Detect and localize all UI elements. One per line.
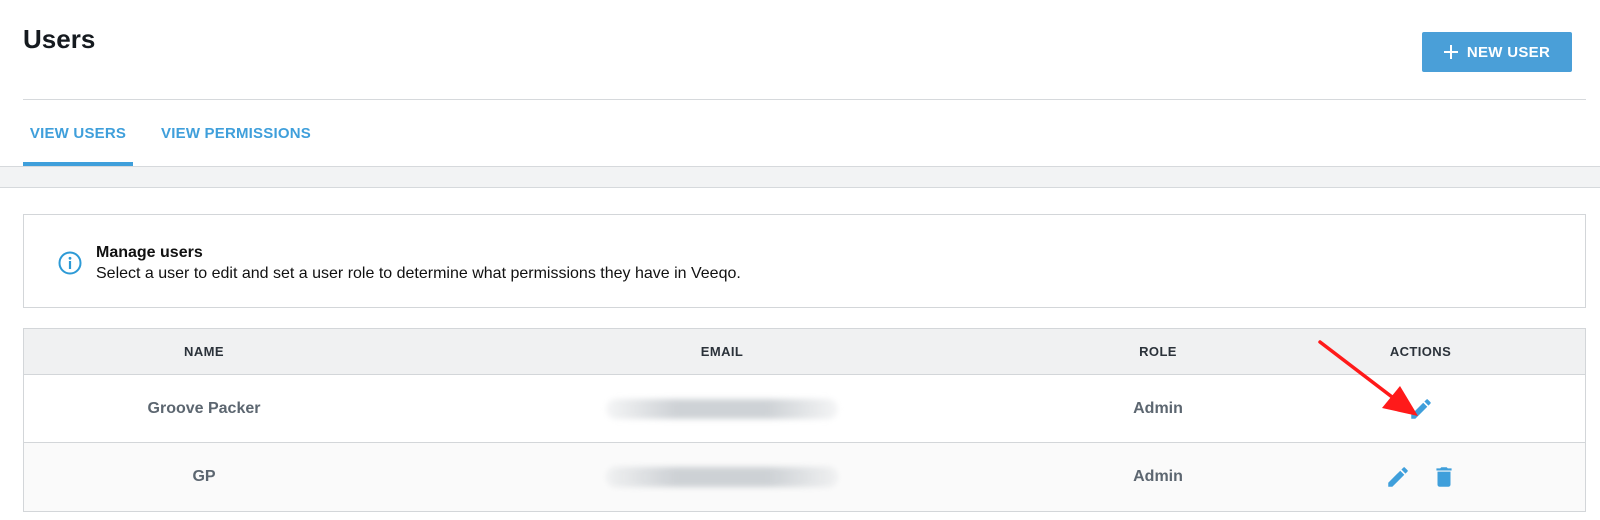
- new-user-button[interactable]: NEW USER: [1422, 32, 1572, 72]
- info-description: Select a user to edit and set a user rol…: [96, 265, 741, 282]
- user-email: [384, 467, 1060, 487]
- row-actions: [1256, 396, 1585, 422]
- plus-icon: [1443, 45, 1458, 59]
- user-email: [384, 398, 1060, 419]
- redacted-email: [606, 467, 838, 487]
- table-header: NAME EMAIL ROLE ACTIONS: [24, 329, 1585, 375]
- edit-icon[interactable]: [1408, 396, 1434, 422]
- table-row[interactable]: GP Admin: [24, 443, 1585, 511]
- user-role: Admin: [1133, 468, 1183, 485]
- row-actions: [1256, 464, 1585, 490]
- column-header-email: EMAIL: [700, 344, 744, 359]
- page-title: Users: [23, 24, 96, 54]
- tab-view-permissions[interactable]: VIEW PERMISSIONS: [139, 100, 333, 166]
- section-separator: [0, 166, 1600, 188]
- edit-icon[interactable]: [1385, 464, 1411, 490]
- user-name: GP: [192, 468, 216, 485]
- column-header-actions: ACTIONS: [1389, 344, 1452, 359]
- table-row[interactable]: Groove Packer Admin: [24, 375, 1585, 443]
- redacted-email: [606, 398, 838, 419]
- tab-view-users[interactable]: VIEW USERS: [23, 100, 133, 166]
- users-page: Users NEW USER VIEW USERS VIEW PERMISSIO…: [0, 0, 1600, 520]
- info-banner: Manage users Select a user to edit and s…: [23, 214, 1586, 308]
- column-header-role: ROLE: [1139, 344, 1177, 359]
- user-role: Admin: [1133, 399, 1183, 417]
- tab-bar: VIEW USERS VIEW PERMISSIONS: [23, 100, 333, 166]
- user-name: Groove Packer: [147, 399, 261, 417]
- info-title: Manage users: [96, 244, 203, 261]
- column-header-name: NAME: [184, 344, 224, 359]
- users-table: NAME EMAIL ROLE ACTIONS Groove Packer Ad…: [23, 328, 1586, 512]
- new-user-label: NEW USER: [1466, 43, 1551, 61]
- info-icon: [58, 251, 82, 275]
- trash-icon[interactable]: [1431, 464, 1457, 490]
